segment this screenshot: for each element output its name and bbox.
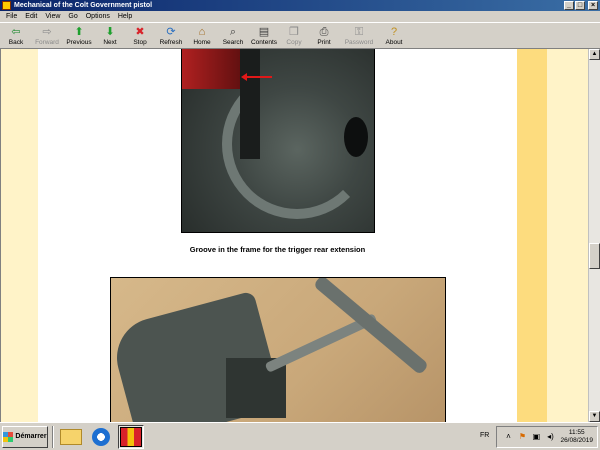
print-icon: ⎙ (319, 26, 329, 38)
title-bar[interactable]: Mechanical of the Colt Government pistol… (0, 0, 600, 11)
toolbar-label: Next (103, 39, 117, 46)
next-button[interactable]: ⬇ Next (95, 23, 125, 48)
toolbar-label: Print (317, 39, 331, 46)
start-label: Démarrer (15, 433, 47, 440)
maximize-button[interactable]: □ (575, 1, 585, 10)
home-icon: ⌂ (198, 26, 206, 38)
chevron-up-icon[interactable]: ˄ (503, 432, 513, 442)
toolbar-label: Previous (66, 39, 92, 46)
toolbar-label: Refresh (159, 39, 183, 46)
forward-button[interactable]: ⇨ Forward (31, 23, 63, 48)
copy-icon: ❐ (289, 26, 299, 38)
minimize-button[interactable]: _ (564, 1, 574, 10)
red-arrow-icon (241, 73, 272, 81)
start-button[interactable]: Démarrer (2, 425, 48, 448)
print-button[interactable]: ⎙ Print (309, 23, 339, 48)
trigger-assembly-photo (110, 277, 446, 422)
taskbar-separator (52, 425, 54, 448)
browser-icon (92, 427, 110, 446)
search-button[interactable]: ⌕ Search (217, 23, 249, 48)
vertical-scrollbar[interactable]: ▲ ▼ (588, 49, 600, 422)
menu-view[interactable]: View (41, 13, 64, 20)
system-tray: ˄ ⚑ ▣ ◂) 11:55 26/08/2019 (496, 426, 598, 448)
stop-button[interactable]: ✖ Stop (125, 23, 155, 48)
left-margin-band (1, 49, 38, 422)
refresh-button[interactable]: ⟳ Refresh (155, 23, 187, 48)
toolbar-label: Copy (286, 39, 302, 46)
right-margin-band (517, 49, 547, 422)
previous-button[interactable]: ⬆ Previous (63, 23, 95, 48)
toolbar-label: Stop (133, 39, 147, 46)
clock-date: 26/08/2019 (560, 437, 593, 444)
menu-options[interactable]: Options (82, 13, 114, 20)
taskbar-explorer[interactable] (58, 425, 84, 449)
folder-icon (60, 428, 82, 445)
taskbar-browser[interactable] (88, 425, 114, 449)
frame-groove-photo (181, 49, 375, 233)
close-button[interactable]: × (588, 1, 598, 10)
contents-button[interactable]: ▤ Contents (249, 23, 279, 48)
home-button[interactable]: ⌂ Home (187, 23, 217, 48)
menu-file[interactable]: File (2, 13, 21, 20)
toolbar-label: Password (344, 39, 374, 46)
toolbar-label: Back (8, 39, 24, 46)
refresh-icon: ⟳ (166, 26, 176, 38)
scroll-up-arrow-icon[interactable]: ▲ (589, 49, 600, 60)
window-title: Mechanical of the Colt Government pistol (14, 2, 153, 9)
volume-icon[interactable]: ◂) (545, 432, 555, 442)
network-icon[interactable]: ▣ (531, 432, 541, 442)
stop-icon: ✖ (135, 26, 145, 38)
forward-arrow-icon: ⇨ (42, 26, 52, 38)
clock[interactable]: 11:55 26/08/2019 (560, 429, 593, 445)
app-icon (2, 1, 11, 10)
toolbar-label: About (385, 39, 403, 46)
clock-time: 11:55 (568, 429, 585, 436)
toolbar-label: Home (193, 39, 211, 46)
language-indicator[interactable]: FR (480, 432, 489, 439)
down-arrow-icon: ⬇ (105, 26, 115, 38)
toolbar-label: Search (222, 39, 244, 46)
menu-bar: File Edit View Go Options Help (0, 11, 600, 22)
help-viewer-icon (120, 426, 142, 447)
menu-go[interactable]: Go (64, 13, 81, 20)
menu-help[interactable]: Help (114, 13, 136, 20)
copy-button[interactable]: ❐ Copy (279, 23, 309, 48)
about-button[interactable]: ? About (379, 23, 409, 48)
warning-flag-icon[interactable]: ⚑ (517, 432, 527, 442)
taskbar-help-viewer[interactable] (118, 424, 144, 449)
right-outer-margin (547, 49, 588, 422)
help-viewer-window: Mechanical of the Colt Government pistol… (0, 0, 600, 450)
password-button[interactable]: ⚿ Password (339, 23, 379, 48)
windows-flag-icon (3, 431, 14, 442)
back-arrow-icon: ⇦ (11, 26, 21, 38)
toolbar: ⇦ Back ⇨ Forward ⬆ Previous ⬇ Next ✖ Stop ⟳ Refresh… (0, 22, 600, 49)
photo-caption: Groove in the frame for the trigger rear… (189, 245, 366, 254)
toolbar-label: Contents (250, 39, 278, 46)
contents-icon: ▤ (258, 26, 270, 38)
up-arrow-icon: ⬆ (74, 26, 84, 38)
key-icon: ⚿ (354, 26, 364, 38)
toolbar-label: Forward (35, 39, 59, 46)
scroll-thumb[interactable] (589, 243, 600, 269)
content-viewport: Groove in the frame for the trigger rear… (0, 49, 588, 422)
about-icon: ? (390, 26, 398, 38)
taskbar: Démarrer FR ˄ ⚑ ▣ ◂) 11:55 26/08/2019 (0, 422, 600, 450)
scroll-down-arrow-icon[interactable]: ▼ (589, 411, 600, 422)
menu-edit[interactable]: Edit (21, 13, 41, 20)
back-button[interactable]: ⇦ Back (1, 23, 31, 48)
search-icon: ⌕ (229, 26, 237, 38)
